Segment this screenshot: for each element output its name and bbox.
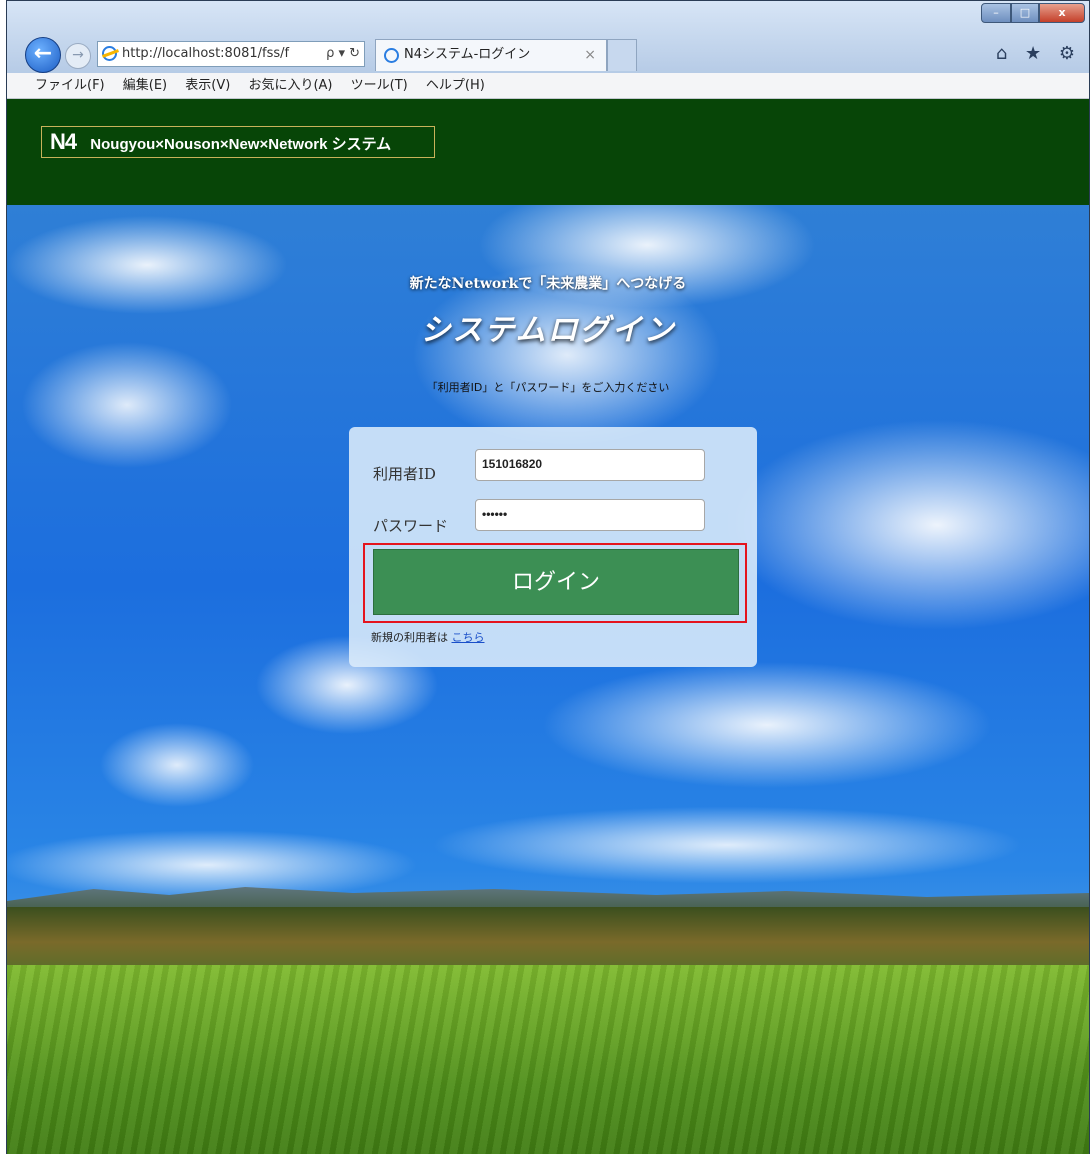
menu-edit[interactable]: 編集(E) xyxy=(123,78,167,93)
site-header: N4 Nougyou×Nouson×New×Network システム xyxy=(7,99,1089,205)
address-controls[interactable]: ρ ▾ ↻ xyxy=(326,42,360,66)
address-text: http://localhost:8081/fss/f xyxy=(122,46,290,61)
page-title: システムログイン xyxy=(420,313,676,348)
user-id-label: 利用者ID xyxy=(373,465,436,483)
treeline xyxy=(7,907,1089,971)
minimize-button[interactable]: – xyxy=(981,3,1011,23)
menu-file[interactable]: ファイル(F) xyxy=(35,78,105,93)
password-input[interactable]: •••••• xyxy=(475,499,705,531)
menu-tools[interactable]: ツール(T) xyxy=(351,78,408,93)
browser-window: ← → http://localhost:8081/fss/f ρ ▾ ↻ N4… xyxy=(6,0,1090,1154)
highlight-box xyxy=(363,543,747,623)
green-field xyxy=(7,965,1089,1154)
password-label: パスワード xyxy=(373,517,449,535)
login-panel: 利用者ID 151016820 パスワード •••••• ログイン 新規の利用者… xyxy=(349,427,757,667)
tab-login[interactable]: N4システム-ログイン × xyxy=(375,39,607,71)
address-bar[interactable]: http://localhost:8081/fss/f ρ ▾ ↻ xyxy=(97,41,365,67)
logo-text: Nougyou×Nouson×New×Network システム xyxy=(90,136,392,153)
ie-tab-icon xyxy=(384,48,399,63)
new-tab-button[interactable] xyxy=(607,39,637,71)
site-logo[interactable]: N4 Nougyou×Nouson×New×Network システム xyxy=(41,126,435,158)
menu-help[interactable]: ヘルプ(H) xyxy=(426,78,485,93)
login-instruction: 「利用者ID」と「パスワード」をご入力ください xyxy=(426,381,670,394)
new-user-text: 新規の利用者は xyxy=(371,631,448,644)
close-button[interactable]: x xyxy=(1039,3,1085,23)
menu-bar: ファイル(F) 編集(E) 表示(V) お気に入り(A) ツール(T) ヘルプ(… xyxy=(7,73,1089,99)
menu-view[interactable]: 表示(V) xyxy=(185,78,230,93)
tab-title: N4システム-ログイン xyxy=(404,47,531,62)
browser-titlebar: ← → http://localhost:8081/fss/f ρ ▾ ↻ N4… xyxy=(7,1,1089,73)
new-user-link[interactable]: こちら xyxy=(452,631,485,644)
menu-favorites[interactable]: お気に入り(A) xyxy=(248,78,332,93)
maximize-button[interactable]: □ xyxy=(1011,3,1039,23)
page-content: N4 Nougyou×Nouson×New×Network システム 新たなNe… xyxy=(7,99,1089,1154)
logo-mark: N4 xyxy=(50,129,77,154)
window-controls: – □ x xyxy=(981,3,1085,23)
tagline: 新たなNetworkで「未来農業」へつなげる xyxy=(409,276,687,292)
ie-page-icon xyxy=(102,46,117,61)
user-id-input[interactable]: 151016820 xyxy=(475,449,705,481)
forward-button[interactable]: → xyxy=(65,43,91,69)
home-favorites-tools-icons[interactable]: ⌂ ★ ⚙ xyxy=(996,43,1081,64)
new-user-note: 新規の利用者は こちら xyxy=(371,629,485,645)
back-button[interactable]: ← xyxy=(25,37,61,73)
tab-close-icon[interactable]: × xyxy=(584,40,596,70)
